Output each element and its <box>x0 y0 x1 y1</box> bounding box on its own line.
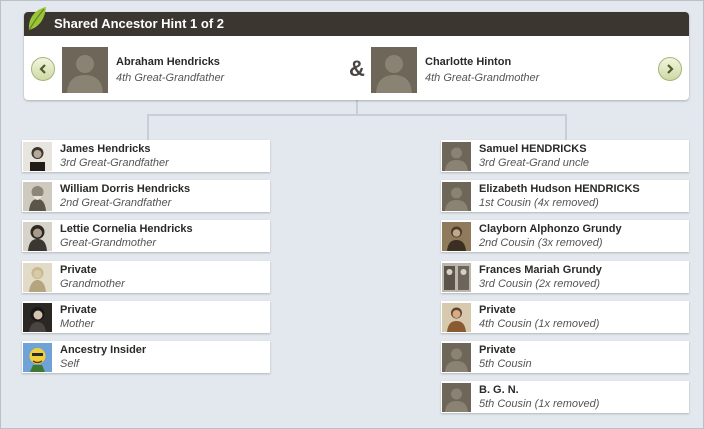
person-relation: 3rd Cousin (2x removed) <box>479 278 601 290</box>
person-name: William Dorris Hendricks <box>60 183 191 195</box>
avatar-photo <box>23 342 52 372</box>
chevron-left-icon <box>39 64 46 74</box>
person-relation: Mother <box>60 318 95 330</box>
ancestor-right[interactable]: Charlotte Hinton 4th Great-Grandmother <box>371 47 539 93</box>
person-name: Private <box>60 304 97 316</box>
person-relation: Self <box>60 358 79 370</box>
person-relation: Great-Grandmother <box>60 237 156 249</box>
person-relation: Grandmother <box>60 278 125 290</box>
person-name: Samuel HENDRICKS <box>479 143 587 155</box>
portrait-photo-icon <box>442 221 471 251</box>
person-card[interactable]: Elizabeth Hudson HENDRICKS 1st Cousin (4… <box>441 180 689 212</box>
person-name: B. G. N. <box>479 384 519 396</box>
portrait-photo-icon <box>23 302 52 332</box>
avatar <box>442 342 471 372</box>
person-relation: 1st Cousin (4x removed) <box>479 197 599 209</box>
person-relation: 2nd Cousin (3x removed) <box>479 237 603 249</box>
avatar <box>442 382 471 412</box>
person-name: James Hendricks <box>60 143 151 155</box>
person-silhouette-icon <box>445 348 468 372</box>
next-hint-button[interactable] <box>658 57 682 81</box>
connector-trunk <box>356 100 358 114</box>
ancestor-relation: 4th Great-Grandmother <box>425 72 540 84</box>
person-name: Ancestry Insider <box>60 344 147 356</box>
connector-right-branch <box>565 114 567 140</box>
avatar <box>371 47 417 93</box>
portrait-photo-icon <box>23 181 52 211</box>
person-card[interactable]: Lettie Cornelia Hendricks Great-Grandmot… <box>22 220 270 252</box>
avatar-photo <box>23 302 52 332</box>
person-name: Frances Mariah Grundy <box>479 264 602 276</box>
avatar <box>442 181 471 211</box>
person-card[interactable]: Frances Mariah Grundy 3rd Cousin (2x rem… <box>441 261 689 293</box>
person-relation: 5th Cousin (1x removed) <box>479 398 600 410</box>
ancestor-left[interactable]: Abraham Hendricks 4th Great-Grandfather <box>62 47 224 93</box>
prev-hint-button[interactable] <box>31 57 55 81</box>
person-name: Private <box>479 304 516 316</box>
cartoon-avatar-icon <box>23 342 52 372</box>
person-name: Clayborn Alphonzo Grundy <box>479 223 622 235</box>
person-card[interactable]: Ancestry Insider Self <box>22 341 270 373</box>
connector-horizontal <box>147 114 567 116</box>
panel-header: Shared Ancestor Hint 1 of 2 <box>24 7 689 36</box>
leaf-icon <box>28 7 46 31</box>
person-card[interactable]: Clayborn Alphonzo Grundy 2nd Cousin (3x … <box>441 220 689 252</box>
person-relation: 5th Cousin <box>479 358 532 370</box>
avatar-photo <box>23 262 52 292</box>
ancestor-name: Abraham Hendricks <box>116 56 220 68</box>
person-silhouette-icon <box>445 388 468 412</box>
person-relation: 4th Cousin (1x removed) <box>479 318 600 330</box>
avatar-photo <box>23 181 52 211</box>
person-silhouette-icon <box>376 55 412 93</box>
panel-title: Shared Ancestor Hint 1 of 2 <box>54 16 224 31</box>
avatar-photo <box>23 141 52 171</box>
person-card[interactable]: Private 5th Cousin <box>441 341 689 373</box>
avatar <box>442 141 471 171</box>
shared-ancestor-panel: Shared Ancestor Hint 1 of 2 Abraham Hend… <box>24 7 689 100</box>
avatar-photo <box>442 262 471 292</box>
person-silhouette-icon <box>445 187 468 211</box>
person-name: Lettie Cornelia Hendricks <box>60 223 193 235</box>
person-card[interactable]: Private Grandmother <box>22 261 270 293</box>
avatar-photo <box>23 221 52 251</box>
person-card[interactable]: Private Mother <box>22 301 270 333</box>
person-card[interactable]: William Dorris Hendricks 2nd Great-Grand… <box>22 180 270 212</box>
person-name: Elizabeth Hudson HENDRICKS <box>479 183 640 195</box>
person-relation: 2nd Great-Grandfather <box>60 197 172 209</box>
person-card[interactable]: Samuel HENDRICKS 3rd Great-Grand uncle <box>441 140 689 172</box>
person-relation: 3rd Great-Grand uncle <box>479 157 590 169</box>
portrait-photo-icon <box>23 262 52 292</box>
person-name: Private <box>60 264 97 276</box>
person-card[interactable]: Private 4th Cousin (1x removed) <box>441 301 689 333</box>
ancestor-name: Charlotte Hinton <box>425 56 512 68</box>
person-silhouette-icon <box>67 55 103 93</box>
person-card[interactable]: B. G. N. 5th Cousin (1x removed) <box>441 381 689 413</box>
portrait-photo-icon <box>442 262 471 292</box>
person-silhouette-icon <box>445 147 468 171</box>
portrait-photo-icon <box>442 302 471 332</box>
chevron-right-icon <box>667 64 674 74</box>
avatar-photo <box>442 221 471 251</box>
person-relation: 3rd Great-Grandfather <box>60 157 169 169</box>
couple-separator: & <box>349 56 365 81</box>
portrait-photo-icon <box>23 141 52 171</box>
portrait-photo-icon <box>23 221 52 251</box>
ancestor-relation: 4th Great-Grandfather <box>116 72 225 84</box>
connector-left-branch <box>147 114 149 140</box>
avatar-photo <box>442 302 471 332</box>
person-name: Private <box>479 344 516 356</box>
person-card[interactable]: James Hendricks 3rd Great-Grandfather <box>22 140 270 172</box>
avatar <box>62 47 108 93</box>
